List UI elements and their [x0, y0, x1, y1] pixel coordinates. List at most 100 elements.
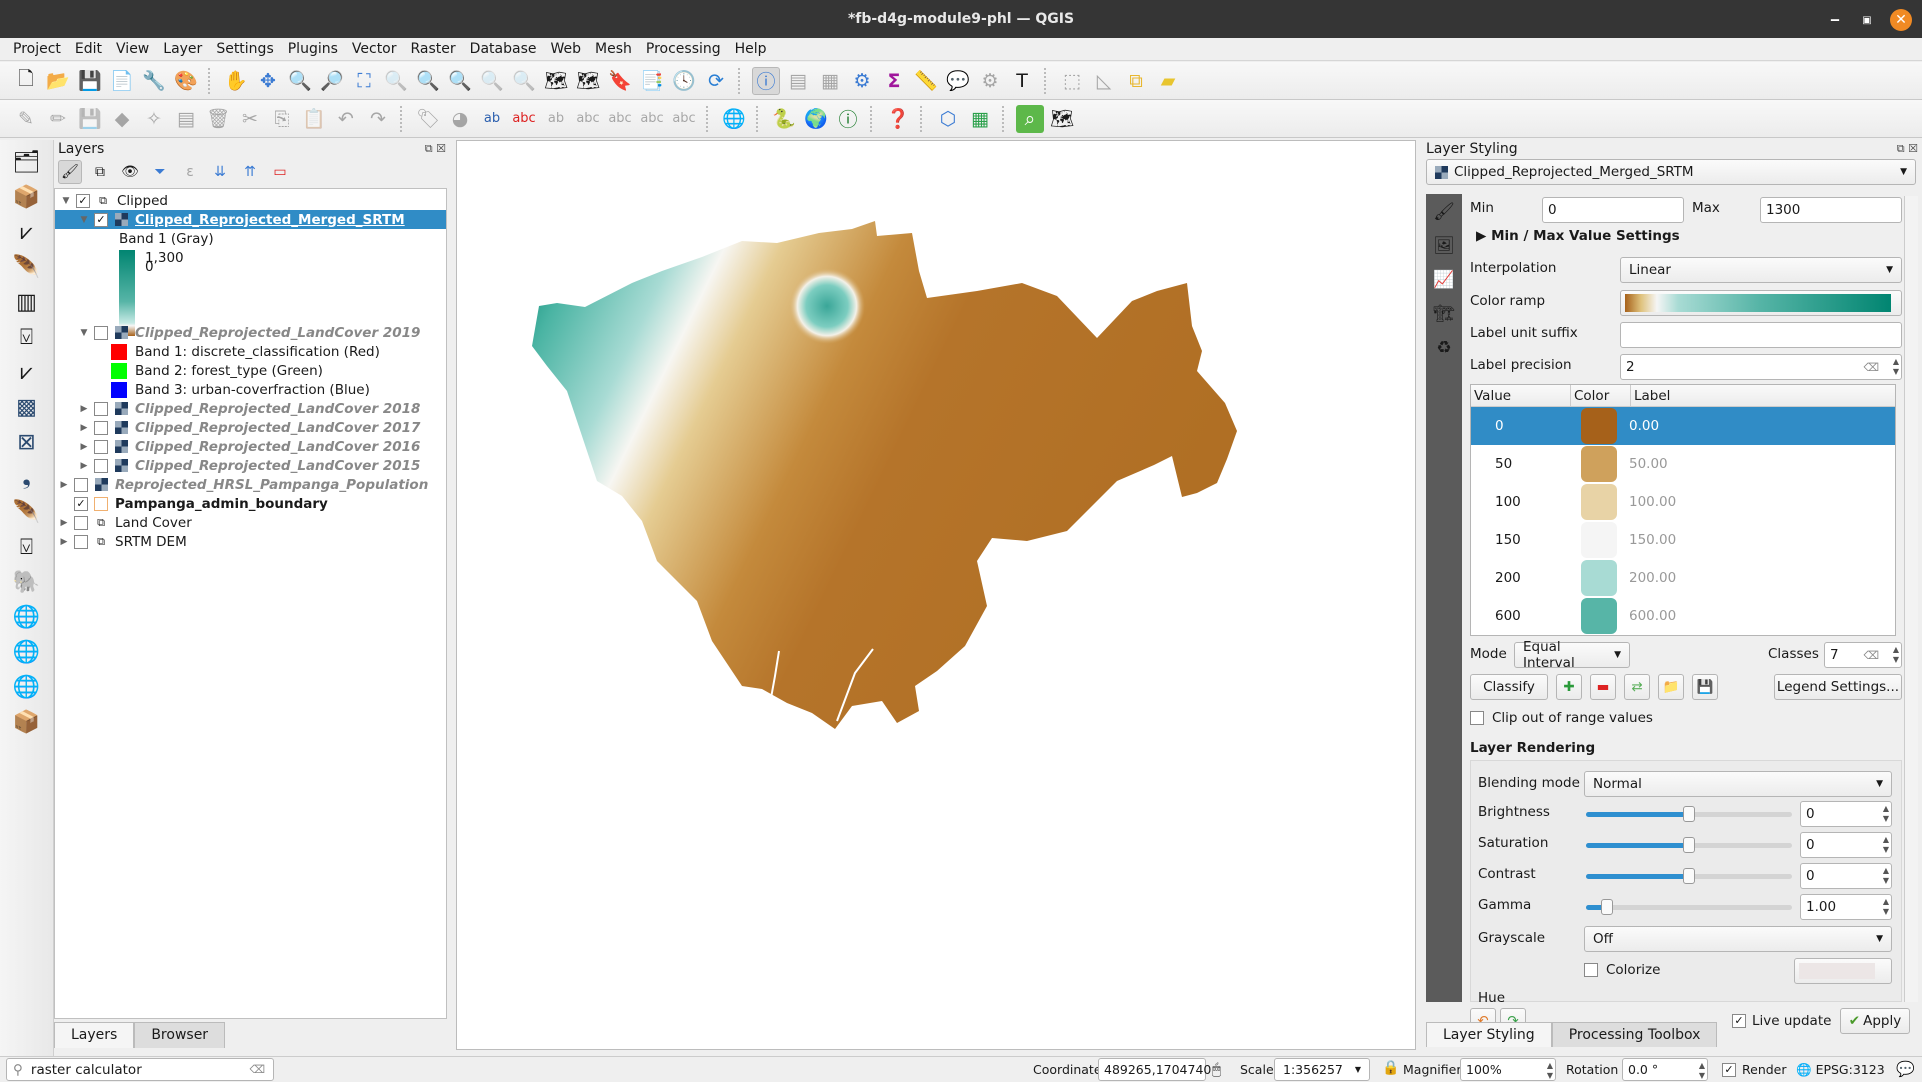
locator-search-icon[interactable]: ⌕: [1016, 104, 1044, 133]
remove-class-icon[interactable]: ▬: [1590, 674, 1616, 700]
deselect-all-layers-icon[interactable]: ⧉: [1122, 67, 1150, 95]
add-virtual-layer-icon[interactable]: ⍌: [13, 533, 41, 561]
zoom-layer-icon[interactable]: 🔍: [414, 67, 442, 95]
classify-button[interactable]: Classify: [1470, 674, 1548, 700]
render-checkbox[interactable]: ✓ Render: [1722, 1062, 1787, 1077]
new-scratch-layer-icon[interactable]: 🪶: [13, 253, 41, 281]
color-ramp-select[interactable]: [1620, 290, 1902, 316]
collapse-arrow-icon[interactable]: ▼: [59, 196, 73, 206]
new-3d-view-icon[interactable]: 🗺: [574, 67, 602, 95]
header-color[interactable]: Color: [1571, 385, 1631, 406]
checkbox[interactable]: [1470, 711, 1484, 725]
checkbox[interactable]: [94, 401, 108, 416]
checkbox-checked[interactable]: ✓: [76, 193, 90, 208]
field-calculator-icon[interactable]: ▦: [816, 67, 844, 95]
spin-arrows-icon[interactable]: ▲ ▼: [1883, 804, 1889, 824]
color-class-row[interactable]: 150 150.00: [1471, 521, 1895, 559]
layer-tree-item[interactable]: Band 1: discrete_classification (Red): [111, 342, 380, 361]
open-project-icon[interactable]: 📂: [44, 67, 72, 95]
dock-buttons[interactable]: ⧉ ☒: [1897, 142, 1918, 156]
spin-arrows-icon[interactable]: ▲ ▼: [1893, 645, 1899, 665]
colorize-color-button[interactable]: [1794, 958, 1892, 984]
show-bookmarks-icon[interactable]: 📑: [638, 67, 666, 95]
expand-arrow-icon[interactable]: ▶: [77, 461, 91, 471]
color-class-row[interactable]: 100 100.00: [1471, 483, 1895, 521]
checkbox-checked[interactable]: ✓: [94, 212, 108, 227]
contrast-input[interactable]: 0 ▲ ▼: [1800, 863, 1892, 889]
label-suffix-input[interactable]: [1620, 322, 1902, 348]
class-value[interactable]: 50: [1471, 456, 1581, 472]
class-label[interactable]: 200.00: [1629, 570, 1676, 586]
classes-input[interactable]: 7 ⌫ ▲ ▼: [1824, 642, 1902, 668]
layer-tree-item[interactable]: Band 2: forest_type (Green): [111, 361, 323, 380]
menu-help[interactable]: Help: [728, 41, 774, 57]
zoom-in-icon[interactable]: 🔍: [286, 67, 314, 95]
change-label-icon[interactable]: abc: [638, 105, 666, 133]
class-color-swatch[interactable]: [1581, 484, 1617, 520]
select-features-icon[interactable]: ⬚: [1058, 67, 1086, 95]
map-tips-icon[interactable]: 💬: [944, 67, 972, 95]
layer-tree-item[interactable]: ▶ Clipped_Reprojected_LandCover 2016: [77, 437, 421, 456]
class-label[interactable]: 0.00: [1629, 418, 1659, 434]
checkbox[interactable]: [94, 325, 108, 340]
max-input[interactable]: 1300: [1760, 197, 1902, 223]
checkbox[interactable]: [94, 458, 108, 473]
class-color-swatch[interactable]: [1581, 446, 1617, 482]
zoom-selection-icon[interactable]: 🔍: [382, 67, 410, 95]
class-value[interactable]: 0: [1471, 418, 1581, 434]
select-by-location-icon[interactable]: ▰: [1154, 67, 1182, 95]
dock-buttons[interactable]: ⧉ ☒: [425, 142, 446, 156]
plugin-info-icon[interactable]: ⓘ: [834, 105, 862, 133]
diagram-icon[interactable]: ◕: [446, 105, 474, 133]
checkbox[interactable]: [74, 534, 88, 549]
modify-attributes-icon[interactable]: ▤: [172, 105, 200, 133]
layer-tree-item[interactable]: ▶ ⧉ Land Cover: [57, 513, 192, 532]
pin-labels-icon[interactable]: ab: [478, 105, 506, 133]
delete-selected-icon[interactable]: 🗑: [204, 105, 232, 133]
close-button[interactable]: ✕: [1890, 9, 1912, 31]
table-refresh-icon[interactable]: ▦: [966, 105, 994, 133]
expand-all-icon[interactable]: ⇊: [208, 160, 232, 184]
style-manager-icon[interactable]: 🎨: [172, 67, 200, 95]
checkbox-checked[interactable]: ✓: [74, 496, 88, 511]
slider-handle[interactable]: [1683, 806, 1695, 822]
layer-tree-item[interactable]: 0: [119, 257, 154, 276]
label-icon[interactable]: 🏷: [414, 105, 442, 133]
symbology-icon[interactable]: 🖌: [1430, 198, 1458, 226]
layer-tree-item[interactable]: ▶ ⧉ SRTM DEM: [57, 532, 187, 551]
toggle-editing-icon[interactable]: ✏: [44, 105, 72, 133]
tab-layers[interactable]: Layers: [54, 1022, 135, 1048]
expand-arrow-icon[interactable]: ▶: [77, 404, 91, 414]
help-icon[interactable]: ❓: [884, 105, 912, 133]
slider-handle[interactable]: [1600, 899, 1613, 915]
blending-select[interactable]: Normal ▼: [1584, 771, 1892, 797]
python-console-icon[interactable]: 🐍: [770, 105, 798, 133]
menu-plugins[interactable]: Plugins: [281, 41, 345, 57]
live-update-checkbox[interactable]: ✓ Live update: [1732, 1013, 1831, 1029]
menu-raster[interactable]: Raster: [404, 41, 463, 57]
collapse-arrow-icon[interactable]: ▼: [77, 215, 91, 225]
vertex-tool-icon[interactable]: ✧: [140, 105, 168, 133]
menu-edit[interactable]: Edit: [68, 41, 109, 57]
contrast-slider[interactable]: [1586, 868, 1792, 884]
class-label[interactable]: 100.00: [1629, 494, 1676, 510]
new-shapefile-icon[interactable]: ⩗: [13, 218, 41, 246]
save-project-icon[interactable]: 💾: [76, 67, 104, 95]
open-attribute-table-icon[interactable]: ▤: [784, 67, 812, 95]
layer-tree-item[interactable]: ▼ ✓ Clipped_Reprojected_Merged_SRTM: [55, 210, 446, 229]
add-spatialite-icon[interactable]: 🪶: [13, 498, 41, 526]
label-properties-icon[interactable]: abc: [670, 105, 698, 133]
data-source-manager-icon[interactable]: 🗂: [13, 148, 41, 176]
load-colormap-icon[interactable]: 📁: [1658, 674, 1684, 700]
menu-settings[interactable]: Settings: [209, 41, 280, 57]
menu-view[interactable]: View: [109, 41, 156, 57]
color-class-row[interactable]: 50 50.00: [1471, 445, 1895, 483]
spin-arrows-icon[interactable]: ▲ ▼: [1883, 897, 1889, 917]
menu-project[interactable]: Project: [6, 41, 68, 57]
toggle-extents-icon[interactable]: 🖱: [1212, 1060, 1221, 1078]
add-raster-layer-icon[interactable]: ▩: [13, 393, 41, 421]
coordinate-input[interactable]: 489265,1704740: [1098, 1058, 1211, 1081]
class-value[interactable]: 100: [1471, 494, 1581, 510]
layer-tree-item[interactable]: ▶ Reprojected_HRSL_Pampanga_Population: [57, 475, 429, 494]
highlight-labels-icon[interactable]: abc: [510, 105, 538, 133]
